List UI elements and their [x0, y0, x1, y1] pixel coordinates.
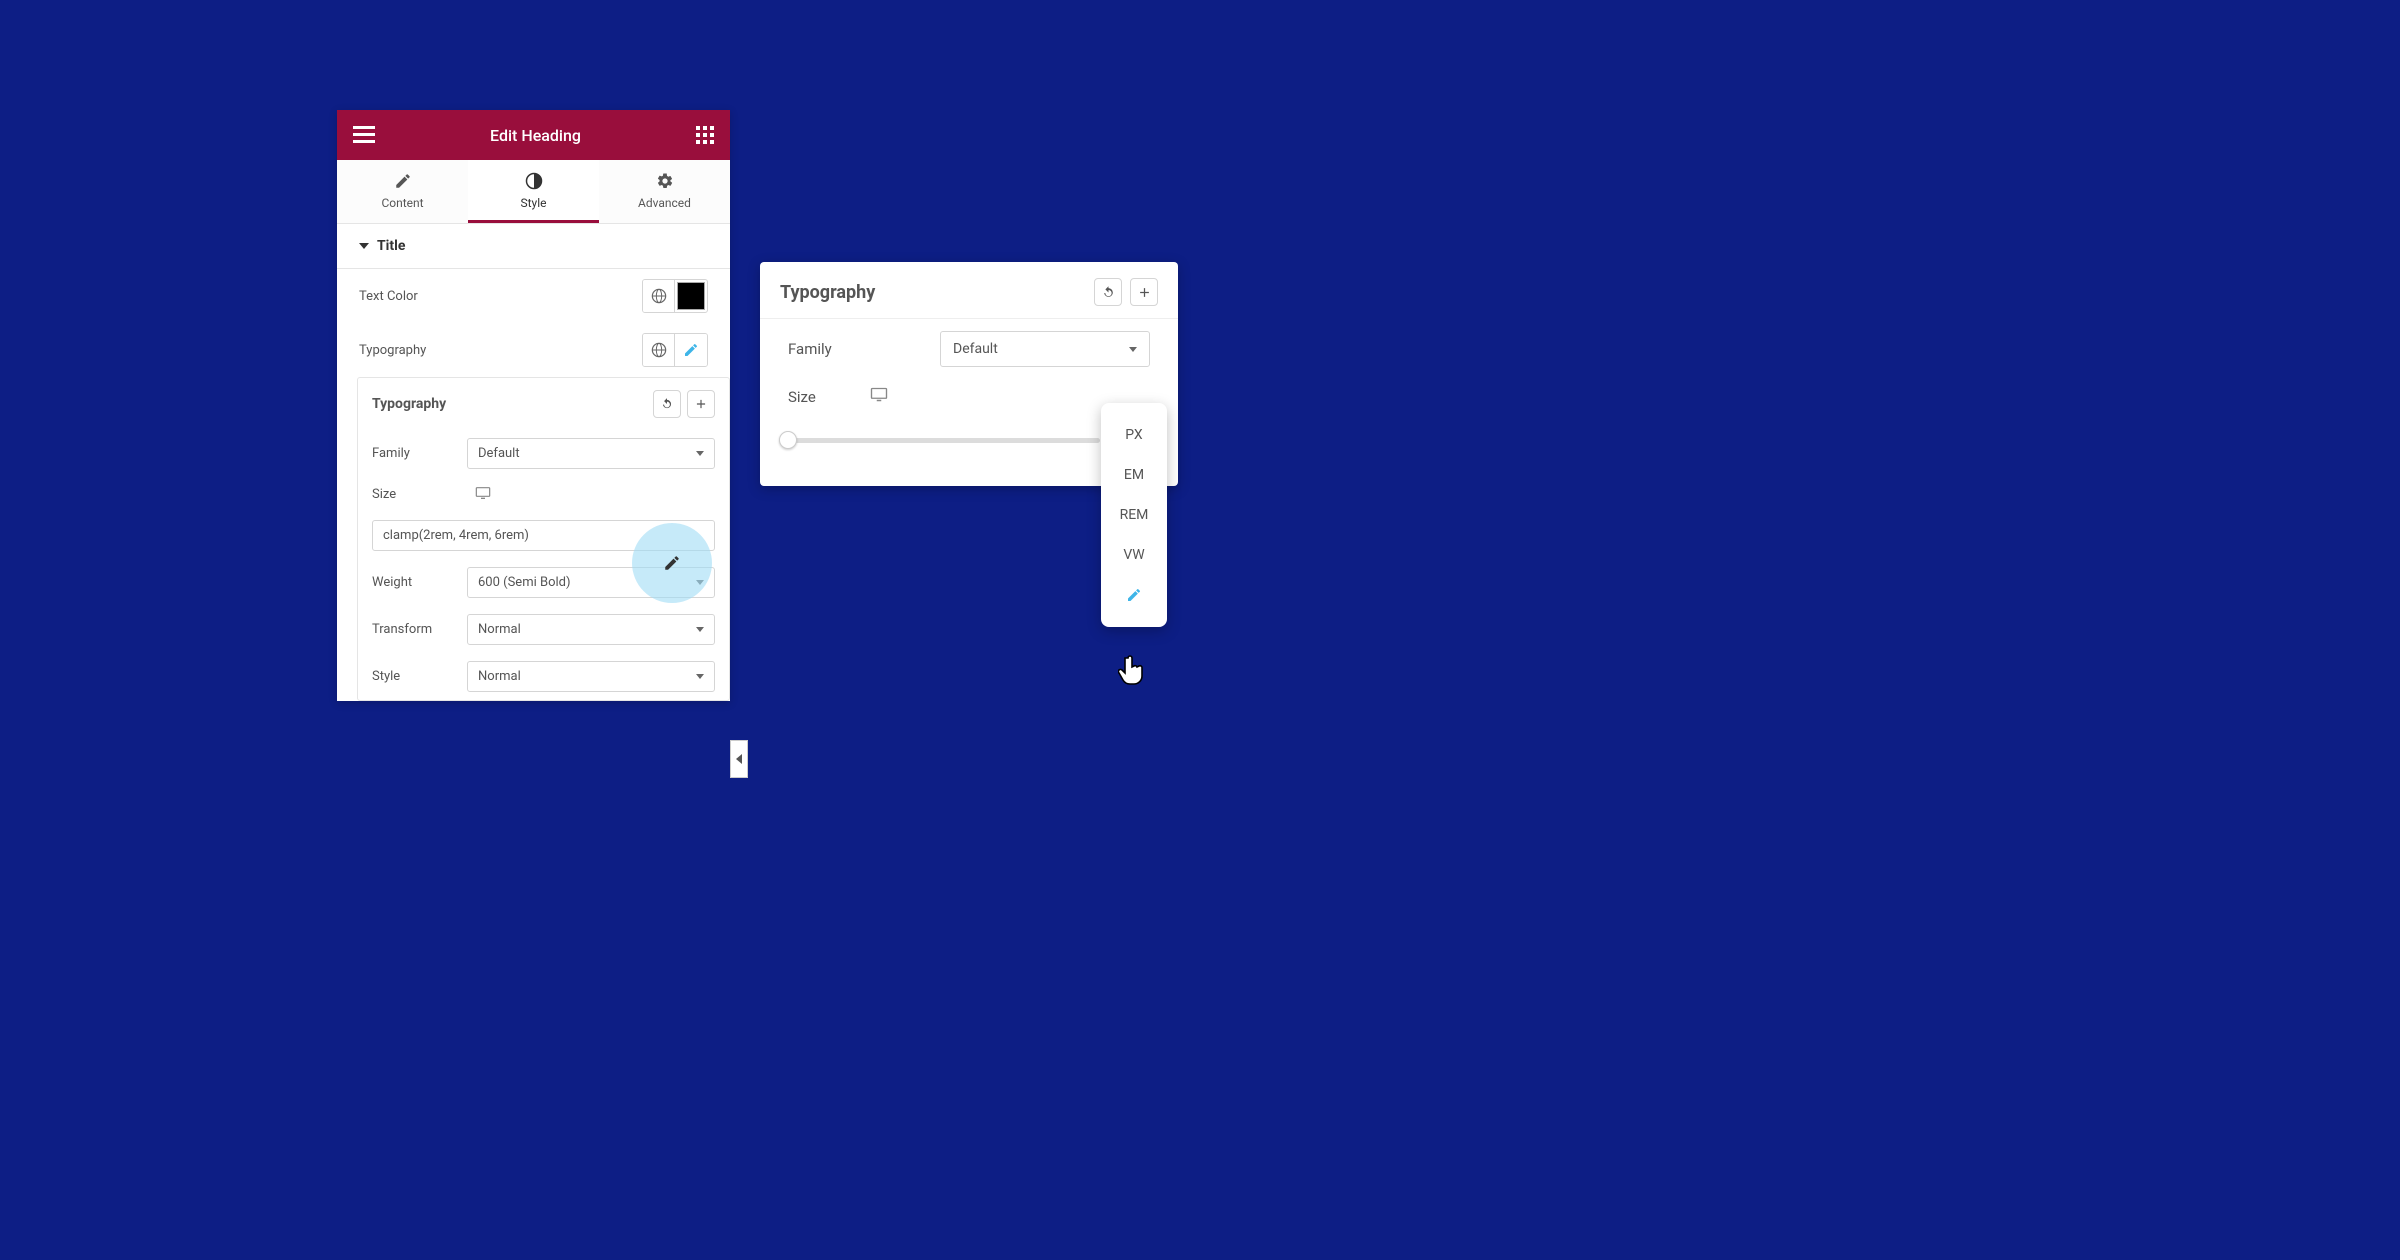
tab-content[interactable]: Content	[337, 160, 468, 223]
cursor-hand-icon	[1118, 654, 1146, 690]
typography-reset-button[interactable]	[653, 390, 681, 418]
popup-family-select[interactable]: Default	[940, 331, 1150, 367]
section-title-toggle[interactable]: Title	[337, 224, 730, 269]
menu-icon[interactable]	[353, 126, 375, 144]
tab-advanced-label: Advanced	[638, 196, 691, 210]
desktop-icon[interactable]	[870, 387, 888, 406]
transform-row: Transform Normal	[358, 606, 729, 653]
popup-family-row: Family Default	[760, 319, 1178, 375]
unit-option-rem[interactable]: REM	[1101, 495, 1167, 535]
caret-down-icon	[696, 627, 704, 632]
text-color-swatch[interactable]	[677, 282, 705, 310]
typography-row: Typography	[337, 323, 730, 377]
family-label: Family	[372, 446, 457, 461]
family-value: Default	[478, 446, 520, 461]
unit-option-vw[interactable]: VW	[1101, 535, 1167, 575]
caret-down-icon	[1129, 347, 1137, 352]
family-row: Family Default	[358, 430, 729, 477]
section-title-label: Title	[377, 238, 405, 254]
caret-down-icon	[359, 243, 369, 249]
popup-header: Typography	[760, 262, 1178, 319]
typography-label: Typography	[359, 343, 426, 358]
weight-label: Weight	[372, 575, 457, 590]
tab-content-label: Content	[381, 196, 423, 210]
desktop-icon[interactable]	[475, 485, 491, 504]
panel-title: Edit Heading	[375, 126, 696, 145]
popup-reset-button[interactable]	[1094, 278, 1122, 306]
typography-inner-header: Typography	[358, 378, 729, 430]
caret-down-icon	[696, 451, 704, 456]
slider-thumb[interactable]	[779, 431, 797, 449]
unit-dropdown: PX EM REM VW	[1101, 403, 1167, 627]
unit-option-px[interactable]: PX	[1101, 415, 1167, 455]
size-row: Size	[358, 477, 729, 512]
popup-family-label: Family	[788, 340, 858, 358]
tab-style-label: Style	[520, 196, 546, 210]
transform-value: Normal	[478, 622, 521, 637]
typography-add-button[interactable]	[687, 390, 715, 418]
highlight-annotation	[632, 523, 712, 603]
popup-add-button[interactable]	[1130, 278, 1158, 306]
typography-inner-title: Typography	[372, 396, 446, 412]
text-color-label: Text Color	[359, 289, 418, 304]
typography-edit-button[interactable]	[675, 334, 707, 366]
chevron-left-icon	[736, 754, 742, 764]
unit-option-custom[interactable]	[1101, 575, 1167, 619]
weight-value: 600 (Semi Bold)	[478, 575, 571, 590]
panel-collapse-button[interactable]	[730, 740, 748, 778]
size-slider[interactable]	[788, 438, 1100, 443]
style-row: Style Normal	[358, 653, 729, 700]
unit-option-em[interactable]: EM	[1101, 455, 1167, 495]
style-value: Normal	[478, 669, 521, 684]
caret-down-icon	[696, 674, 704, 679]
text-color-global-button[interactable]	[643, 280, 675, 312]
edit-heading-panel: Edit Heading Content Style Advanced Titl…	[337, 110, 730, 701]
popup-size-label: Size	[788, 388, 858, 406]
tab-advanced[interactable]: Advanced	[599, 160, 730, 223]
size-label: Size	[372, 487, 457, 502]
apps-icon[interactable]	[696, 126, 714, 144]
panel-tabs: Content Style Advanced	[337, 160, 730, 224]
family-select[interactable]: Default	[467, 438, 715, 469]
tab-style[interactable]: Style	[468, 160, 599, 223]
typography-global-button[interactable]	[643, 334, 675, 366]
style-select[interactable]: Normal	[467, 661, 715, 692]
text-color-row: Text Color	[337, 269, 730, 323]
transform-label: Transform	[372, 622, 457, 637]
popup-title: Typography	[780, 282, 875, 303]
popup-family-value: Default	[953, 341, 998, 357]
style-label: Style	[372, 669, 457, 684]
transform-select[interactable]: Normal	[467, 614, 715, 645]
panel-header: Edit Heading	[337, 110, 730, 160]
